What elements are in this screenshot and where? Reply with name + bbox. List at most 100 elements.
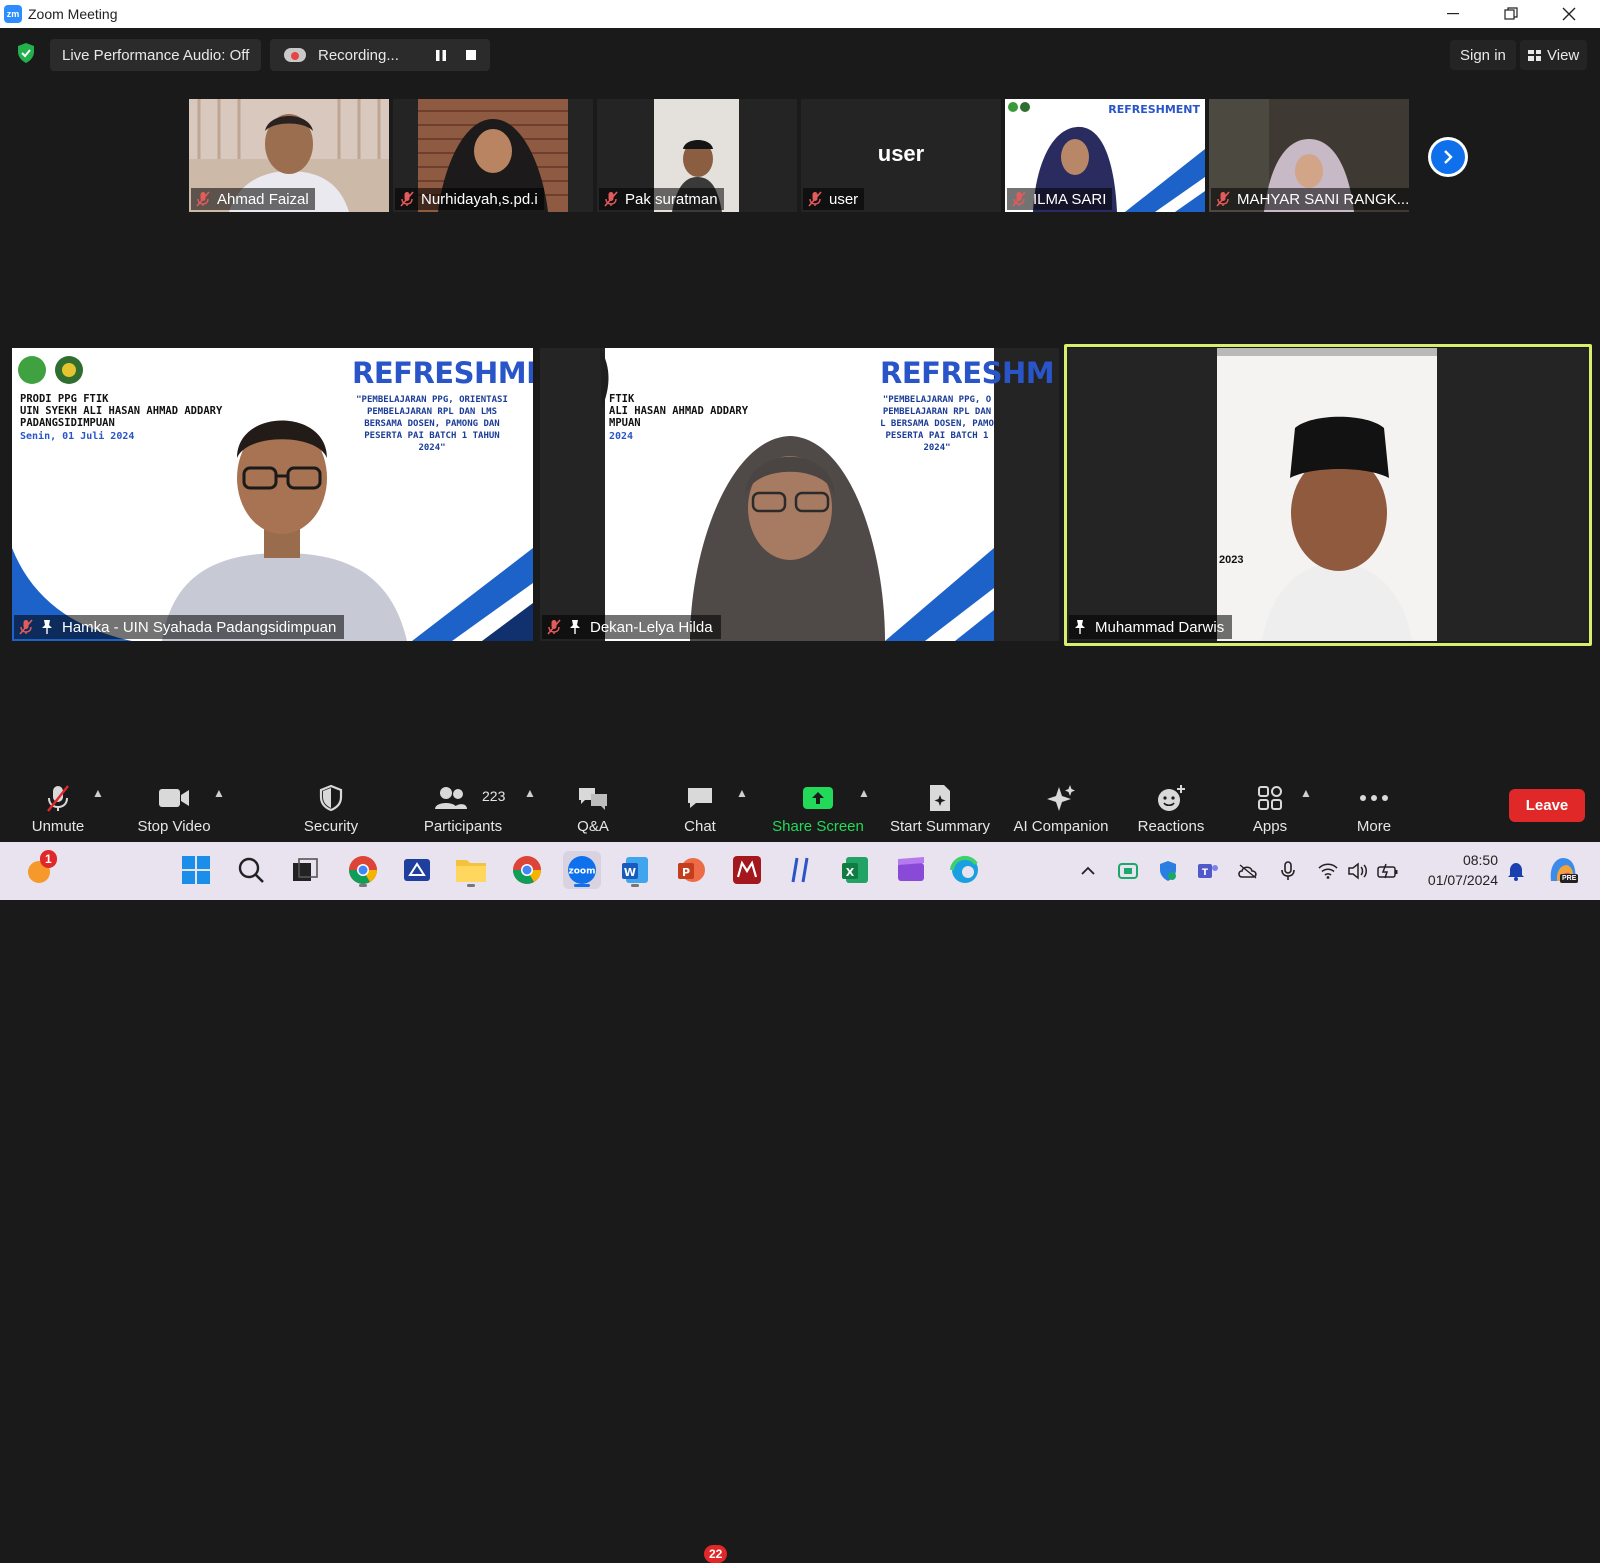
taskbar-file-explorer[interactable] [452, 851, 490, 889]
participant-name: Pak suratman [625, 190, 718, 208]
system-clock[interactable]: 08:50 01/07/2024 [1410, 850, 1498, 890]
live-performance-audio-button[interactable]: Live Performance Audio: Off [50, 39, 262, 71]
chat-options-caret[interactable]: ▲ [736, 786, 748, 800]
grid-view-icon [1528, 49, 1541, 61]
video-tile[interactable]: PRODI PPG FTIK UIN SYEKH ALI HASAN AHMAD… [12, 348, 533, 641]
leave-meeting-button[interactable]: Leave [1509, 789, 1585, 822]
restore-button[interactable] [1482, 0, 1540, 28]
taskbar-clipchamp[interactable] [892, 851, 930, 889]
apps-icon-wrap [1256, 778, 1284, 818]
share-options-caret[interactable]: ▲ [858, 786, 870, 800]
tray-wifi[interactable] [1316, 859, 1340, 883]
apps-button[interactable]: Apps [1250, 768, 1290, 842]
participant-thumbnail[interactable]: Ahmad Faizal [189, 99, 389, 212]
more-dots-icon [1360, 795, 1388, 801]
taskbar-edge[interactable] [946, 851, 984, 889]
apps-options-caret[interactable]: ▲ [1300, 786, 1312, 800]
taskbar-word[interactable]: W [616, 851, 654, 889]
video-camera-icon [159, 789, 189, 807]
participants-icon-wrap: 223 [418, 778, 508, 818]
security-icon-wrap [318, 778, 344, 818]
taskbar-chrome-profile[interactable] [344, 851, 382, 889]
tray-defender[interactable] [1156, 859, 1180, 883]
unmute-icon-wrap [43, 778, 73, 818]
sign-in-button[interactable]: Sign in [1450, 40, 1516, 70]
next-page-button[interactable] [1428, 137, 1468, 177]
chat-bubble-icon [688, 788, 712, 808]
participant-thumbnail[interactable]: REFRESHMENT ILMA SARI [1005, 99, 1205, 212]
tray-battery[interactable] [1376, 859, 1400, 883]
chrome-icon [349, 856, 377, 884]
taskbar-app-hash[interactable] [782, 851, 820, 889]
participants-options-caret[interactable]: ▲ [524, 786, 536, 800]
stop-recording-button[interactable] [456, 39, 486, 71]
weather-widget-button[interactable]: 1 [20, 850, 58, 889]
reactions-label: Reactions [1137, 818, 1205, 835]
tray-teams[interactable]: T [1196, 859, 1220, 883]
video-tile[interactable]: FTIK ALI HASAN AHMAD ADDARY MPUAN 2024 R… [540, 348, 1059, 641]
taskbar-app-terminal[interactable] [398, 851, 436, 889]
copilot-button[interactable]: PRE [1546, 854, 1580, 888]
minimize-icon [1447, 13, 1459, 15]
participant-name-tag: Ahmad Faizal [191, 188, 315, 210]
audio-options-caret[interactable]: ▲ [92, 786, 104, 800]
participant-thumbnail[interactable]: MAHYAR SANI RANGK... [1209, 99, 1409, 212]
participant-name: Dekan-Lelya Hilda [590, 618, 713, 636]
notifications-button[interactable] [1504, 859, 1528, 883]
edge-icon [950, 855, 978, 883]
security-shield-icon [1160, 861, 1176, 881]
reactions-button[interactable]: Reactions [1136, 768, 1206, 842]
search-icon [238, 857, 264, 883]
tray-volume[interactable] [1346, 859, 1370, 883]
share-screen-label: Share Screen [772, 818, 864, 835]
taskbar-excel[interactable]: X [836, 851, 874, 889]
video-icon-wrap [158, 778, 190, 818]
tray-microphone[interactable] [1276, 859, 1300, 883]
qa-button[interactable]: Q&A [568, 768, 618, 842]
pause-recording-button[interactable] [426, 39, 456, 71]
video-options-caret[interactable]: ▲ [213, 786, 225, 800]
share-icon-wrap [802, 778, 834, 818]
pin-icon [570, 620, 580, 634]
participant-video [600, 348, 885, 641]
close-window-button[interactable] [1540, 0, 1598, 28]
stop-video-button[interactable]: Stop Video [134, 768, 214, 842]
taskbar-app-mendeley[interactable] [728, 851, 766, 889]
participant-name: Ahmad Faizal [217, 190, 309, 208]
tray-onedrive[interactable] [1236, 859, 1260, 883]
summary-icon-wrap [927, 778, 953, 818]
search-button[interactable] [232, 851, 270, 889]
taskbar-chrome[interactable] [508, 851, 546, 889]
task-view-button[interactable] [286, 851, 324, 889]
start-summary-button[interactable]: Start Summary [886, 768, 994, 842]
participants-button[interactable]: 223 Participants [418, 768, 508, 842]
ai-companion-button[interactable]: AI Companion [1010, 768, 1112, 842]
no-video-placeholder: user [877, 141, 925, 166]
encryption-shield-icon[interactable] [16, 42, 36, 64]
clock-time: 08:50 [1462, 852, 1498, 868]
mic-muted-icon [604, 191, 618, 207]
excel-icon: X [842, 857, 868, 883]
task-view-icon [293, 858, 318, 881]
mic-muted-icon [808, 191, 822, 207]
taskbar-powerpoint[interactable]: P [672, 851, 710, 889]
participant-thumbnail[interactable]: user user [801, 99, 1001, 212]
share-screen-button[interactable]: Share Screen [770, 768, 866, 842]
tray-app-green[interactable] [1116, 859, 1140, 883]
hash-icon [791, 857, 809, 883]
microphone-icon [1281, 861, 1295, 880]
apps-icon [1258, 786, 1282, 810]
mic-muted-icon [1216, 191, 1230, 207]
participant-thumbnail[interactable]: Pak suratman [597, 99, 797, 212]
view-button[interactable]: View [1520, 40, 1588, 70]
more-button[interactable]: More [1354, 768, 1394, 842]
show-hidden-icons-button[interactable] [1076, 859, 1100, 883]
start-button[interactable] [177, 851, 215, 889]
next-page-circle [1431, 140, 1465, 174]
participant-thumbnail[interactable]: Nurhidayah,s.pd.i [393, 99, 593, 212]
unmute-button[interactable]: Unmute [26, 768, 90, 842]
security-button[interactable]: Security [296, 768, 366, 842]
chat-button[interactable]: Chat [680, 768, 720, 842]
taskbar-zoom[interactable]: zoom [563, 851, 601, 889]
minimize-button[interactable] [1424, 0, 1482, 28]
